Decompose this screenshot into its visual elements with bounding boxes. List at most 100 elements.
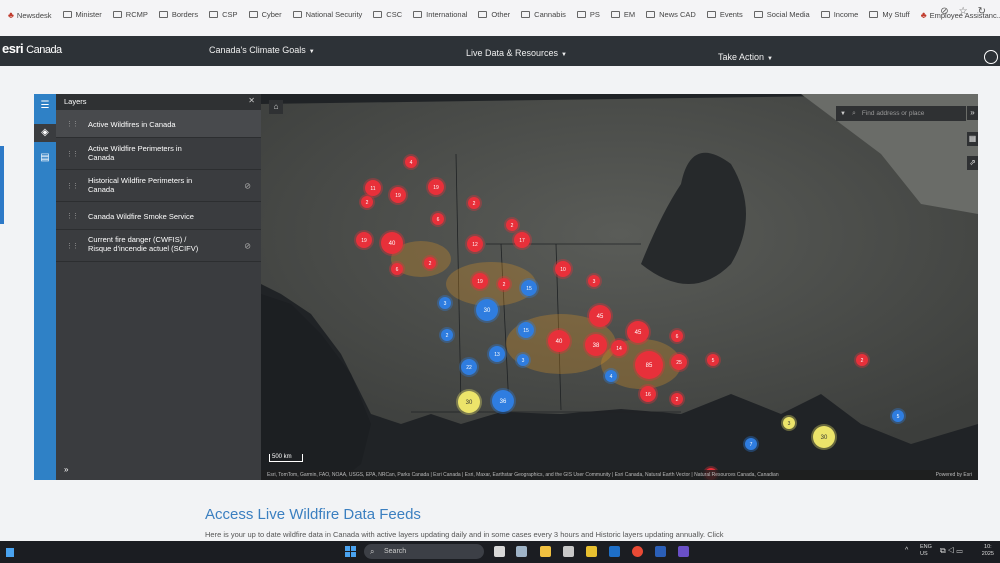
fire-cluster-red[interactable]: 17	[512, 230, 532, 250]
dropdown-icon[interactable]: ▼	[840, 111, 846, 117]
language-indicator[interactable]: ENG US	[920, 544, 932, 558]
bookmark-item[interactable]: International	[413, 10, 467, 19]
fire-cluster-red[interactable]: 12	[465, 234, 485, 254]
fire-cluster-blue[interactable]: 22	[459, 357, 479, 377]
bookmark-item[interactable]: Borders	[158, 10, 198, 19]
fire-cluster-yellow[interactable]: 30	[456, 389, 482, 415]
fire-cluster-red[interactable]: 19	[426, 177, 446, 197]
fire-cluster-yellow[interactable]: 3	[781, 415, 797, 431]
fire-cluster-red[interactable]: 85	[633, 349, 665, 381]
bookmark-item[interactable]: Cannabis	[521, 10, 566, 19]
bookmark-item[interactable]: CSC	[373, 10, 402, 19]
chevron-up-icon[interactable]: ^	[905, 547, 908, 554]
fire-cluster-red[interactable]: 6	[389, 261, 405, 277]
eye-off-icon[interactable]: ⊘	[244, 181, 251, 190]
fire-cluster-red[interactable]: 19	[354, 230, 374, 250]
bookmark-item[interactable]: Events	[706, 10, 743, 19]
bookmark-item[interactable]: Minister	[62, 10, 102, 19]
basemap-icon[interactable]: ▦	[967, 132, 978, 146]
layer-fire-danger[interactable]: ⋮⋮ Current fire danger (CWFIS) / Risque …	[56, 230, 261, 262]
map-canvas[interactable]: 411 19192 2619 40212172619 2103454038 1445685…	[261, 94, 978, 480]
nav-take-action[interactable]: Take Action ▼	[718, 52, 773, 62]
fire-cluster-red[interactable]: 45	[625, 319, 651, 345]
fire-cluster-blue[interactable]: 30	[474, 297, 500, 323]
globe-icon[interactable]	[984, 50, 998, 64]
search-input[interactable]	[859, 109, 964, 118]
fire-cluster-red[interactable]: 16	[638, 384, 658, 404]
task-view-icon[interactable]	[494, 546, 505, 557]
refresh-icon[interactable]: ↻	[978, 6, 986, 17]
drag-handle-icon[interactable]: ⋮⋮	[66, 182, 79, 190]
fire-cluster-red[interactable]: 2	[854, 352, 870, 368]
fire-cluster-blue[interactable]: 15	[516, 320, 536, 340]
bookmark-item[interactable]: EM	[610, 10, 635, 19]
wildfire-map[interactable]: 4 11 19 19 2 2 6 19 40 2 12 17 2 6 19 2 10 3 45 40 38 14 45 6 85…	[261, 94, 978, 480]
fire-cluster-red[interactable]: 5	[705, 352, 721, 368]
fire-cluster-red[interactable]: 19	[470, 271, 490, 291]
bookmark-item[interactable]: My Stuff	[869, 10, 910, 19]
close-icon[interactable]: ✕	[248, 96, 255, 105]
clock[interactable]: 10: 2025	[982, 544, 994, 558]
fire-cluster-blue[interactable]: 13	[487, 344, 507, 364]
fire-cluster-red[interactable]: 4	[403, 154, 419, 170]
fire-cluster-red[interactable]: 2	[669, 391, 685, 407]
star-icon[interactable]: ☆	[959, 6, 968, 17]
bookmark-item[interactable]: News CAD	[646, 10, 696, 19]
widgets-icon[interactable]	[6, 548, 14, 557]
bookmark-item[interactable]: National Security	[292, 10, 362, 19]
list-icon[interactable]: ☰	[38, 100, 52, 112]
word-icon[interactable]	[655, 546, 666, 557]
fire-cluster-blue[interactable]: 15	[519, 278, 539, 298]
fire-cluster-red[interactable]: 6	[669, 328, 685, 344]
layer-smoke-service[interactable]: ⋮⋮ Canada Wildfire Smoke Service	[56, 202, 261, 230]
calculator-icon[interactable]	[563, 546, 574, 557]
bookmark-item[interactable]: Social Media	[753, 10, 810, 19]
layer-historical-perimeters[interactable]: ⋮⋮ Historical Wildfire Perimeters in Can…	[56, 170, 261, 202]
layer-active-perimeters[interactable]: ⋮⋮ Active Wildfire Perimeters in Canada	[56, 138, 261, 170]
chrome-icon[interactable]	[632, 546, 643, 557]
windows-start-icon[interactable]	[345, 546, 356, 557]
folder-icon[interactable]	[540, 546, 551, 557]
drag-handle-icon[interactable]: ⋮⋮	[66, 212, 79, 220]
collapse-icon[interactable]: »	[967, 106, 978, 120]
legend-icon[interactable]: ▤	[38, 152, 52, 164]
home-icon[interactable]: ⌂	[269, 100, 283, 114]
bookmark-item[interactable]: Cyber	[248, 10, 282, 19]
fire-cluster-yellow[interactable]: 30	[811, 424, 837, 450]
bookmark-item[interactable]: PS	[576, 10, 600, 19]
notes-icon[interactable]	[586, 546, 597, 557]
bookmark-item[interactable]: CSP	[209, 10, 238, 19]
nav-live-data[interactable]: Live Data & Resources ▼	[466, 48, 567, 58]
fire-cluster-blue[interactable]: 2	[439, 327, 455, 343]
fire-cluster-blue[interactable]: 7	[743, 436, 759, 452]
system-tray-icons[interactable]: ⧉ ◁ ▭	[940, 546, 963, 556]
teams-icon[interactable]	[678, 546, 689, 557]
drag-handle-icon[interactable]: ⋮⋮	[66, 150, 79, 158]
share-icon[interactable]: ⇗	[967, 156, 978, 170]
fire-cluster-red[interactable]: 2	[422, 255, 438, 271]
fire-cluster-red[interactable]: 40	[379, 230, 405, 256]
esri-logo[interactable]: esri Canada	[2, 41, 62, 56]
drag-handle-icon[interactable]: ⋮⋮	[66, 242, 79, 250]
bookmark-item[interactable]: RCMP	[112, 10, 148, 19]
fire-cluster-blue[interactable]: 3	[437, 295, 453, 311]
eye-off-icon[interactable]: ⊘	[244, 241, 251, 250]
fire-cluster-red[interactable]: 2	[496, 276, 512, 292]
fire-cluster-red[interactable]: 19	[388, 185, 408, 205]
layers-icon[interactable]: ◈	[34, 124, 56, 142]
fire-cluster-red[interactable]: 10	[553, 259, 573, 279]
fire-cluster-red[interactable]: 45	[587, 303, 613, 329]
tracking-icon[interactable]: ⊘	[940, 6, 948, 17]
fire-cluster-red[interactable]: 6	[430, 211, 446, 227]
fire-cluster-red[interactable]: 2	[504, 217, 520, 233]
fire-cluster-red[interactable]: 3	[586, 273, 602, 289]
fire-cluster-red[interactable]: 40	[546, 328, 572, 354]
expand-icon[interactable]: »	[64, 465, 68, 474]
layer-active-wildfires[interactable]: ⋮⋮ Active Wildfires in Canada	[56, 110, 261, 138]
bookmark-item[interactable]: Income	[820, 10, 858, 19]
outlook-icon[interactable]	[609, 546, 620, 557]
fire-cluster-blue[interactable]: 5	[890, 408, 906, 424]
file-icon[interactable]	[516, 546, 527, 557]
nav-climate-goals[interactable]: Canada's Climate Goals ▼	[209, 45, 315, 55]
fire-cluster-red[interactable]: 38	[583, 332, 609, 358]
